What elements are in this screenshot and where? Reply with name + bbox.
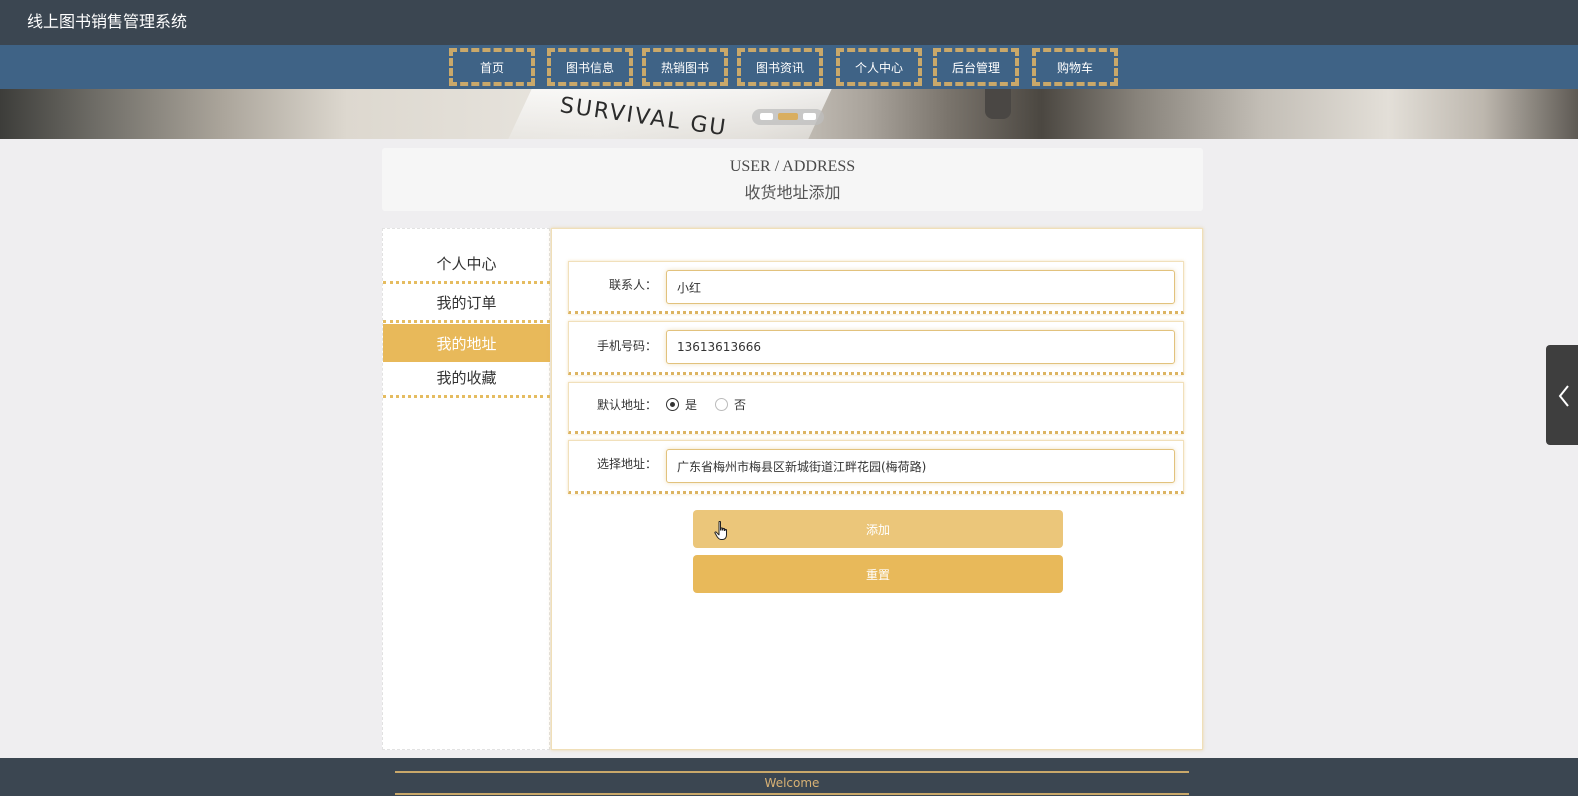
carousel-dot-3[interactable]: [803, 113, 816, 120]
default-no-radio[interactable]: [715, 398, 729, 411]
default-yes-label: 是: [685, 398, 698, 412]
app-title: 线上图书销售管理系统: [27, 12, 188, 31]
footer: Welcome: [0, 758, 1578, 796]
main-nav: 首页 图书信息 热销图书 图书资讯 个人中心 后台管理 购物车: [0, 45, 1578, 89]
address-form-panel: 联系人： 手机号码： 默认地址： 是 否 选择地址： 添加 重置: [551, 228, 1203, 750]
banner-carousel: SURVIVAL GU: [0, 89, 1578, 139]
user-sidebar: 个人中心 我的订单 我的地址 我的收藏: [382, 228, 550, 750]
default-address-row: 默认地址： 是 否: [568, 382, 1184, 434]
phone-label: 手机号码：: [596, 339, 657, 353]
contact-row: 联系人：: [568, 261, 1184, 314]
default-yes-radio[interactable]: [666, 398, 679, 411]
contact-label: 联系人：: [608, 278, 657, 292]
footer-welcome: Welcome: [395, 771, 1189, 795]
nav-personal-center[interactable]: 个人中心: [836, 48, 922, 86]
carousel-indicators: [752, 109, 824, 125]
sidebar-item-my-address[interactable]: 我的地址: [383, 324, 550, 362]
nav-book-news[interactable]: 图书资讯: [737, 48, 823, 86]
banner-object: [985, 89, 1011, 119]
nav-home[interactable]: 首页: [449, 48, 535, 86]
hand-cursor-icon: [714, 521, 727, 540]
side-panel-toggle[interactable]: [1546, 345, 1578, 445]
nav-hot-books[interactable]: 热销图书: [642, 48, 728, 86]
address-input[interactable]: [666, 449, 1175, 483]
default-address-radio-group: 是 否: [666, 396, 764, 413]
sidebar-item-my-orders[interactable]: 我的订单: [383, 285, 550, 323]
nav-cart[interactable]: 购物车: [1032, 48, 1118, 86]
section-title-cn: 收货地址添加: [744, 183, 841, 202]
phone-input[interactable]: [666, 330, 1175, 364]
top-bar: 线上图书销售管理系统: [0, 0, 1578, 45]
sidebar-item-my-favorites[interactable]: 我的收藏: [383, 360, 550, 398]
section-header: USER / ADDRESS 收货地址添加: [382, 148, 1203, 211]
add-button[interactable]: 添加: [693, 510, 1063, 548]
default-no-label: 否: [734, 398, 747, 412]
chevron-left-icon: [1558, 385, 1569, 407]
carousel-dot-1[interactable]: [760, 113, 773, 120]
reset-button[interactable]: 重置: [693, 555, 1063, 593]
contact-input[interactable]: [666, 270, 1175, 304]
address-row: 选择地址：: [568, 440, 1184, 494]
default-address-label: 默认地址：: [596, 398, 657, 412]
nav-book-info[interactable]: 图书信息: [547, 48, 633, 86]
address-label: 选择地址：: [596, 457, 657, 471]
nav-admin[interactable]: 后台管理: [933, 48, 1019, 86]
phone-row: 手机号码：: [568, 321, 1184, 375]
section-title-en: USER / ADDRESS: [729, 158, 856, 175]
carousel-dot-2[interactable]: [778, 113, 798, 120]
sidebar-item-personal-center[interactable]: 个人中心: [383, 246, 550, 284]
